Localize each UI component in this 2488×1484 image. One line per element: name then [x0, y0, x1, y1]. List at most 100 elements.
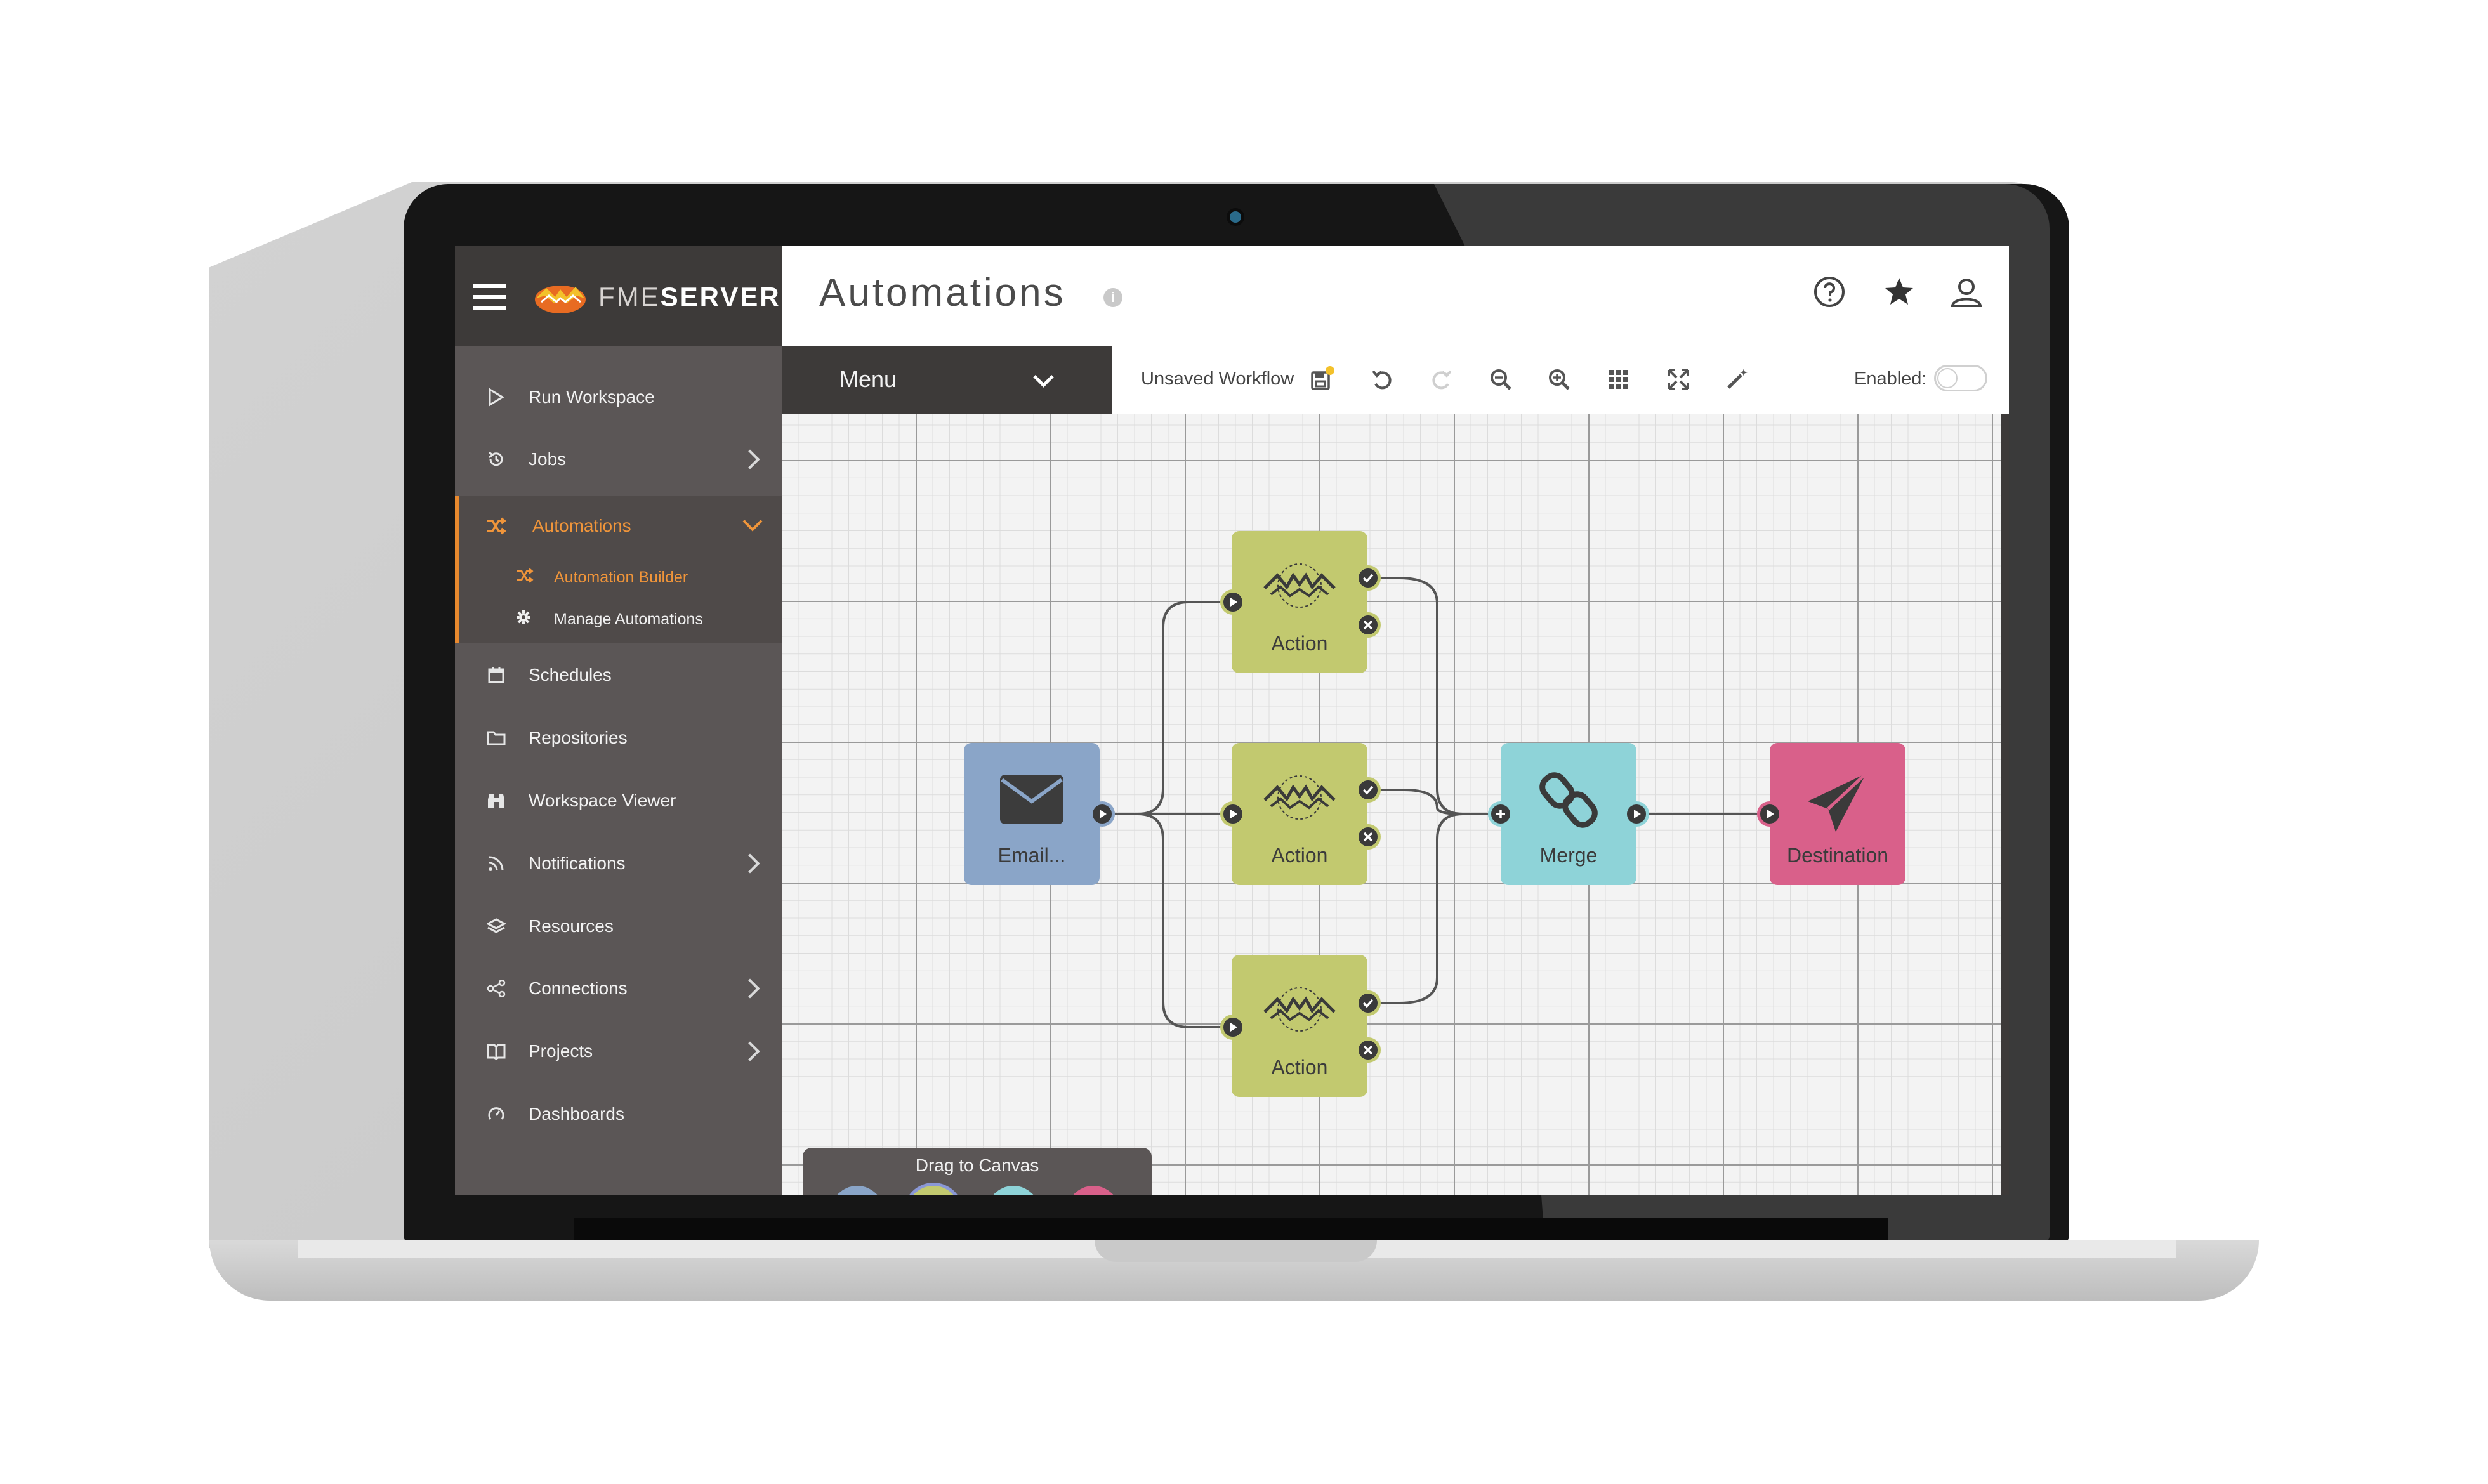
undo-icon[interactable]: [1368, 365, 1397, 394]
share-icon: [485, 978, 507, 999]
laptop-hinge: [574, 1218, 1888, 1240]
sidebar: FMESERVER Run Workspace Jobs Automations: [455, 246, 782, 1195]
hamburger-menu-icon[interactable]: [473, 284, 506, 310]
chevron-right-icon: [740, 1041, 760, 1061]
workflow-name: Unsaved Workflow: [1141, 369, 1294, 389]
sidebar-item-schedules[interactable]: Schedules: [455, 645, 782, 706]
success-port-icon[interactable]: [1355, 777, 1381, 803]
node-label: Action: [1271, 632, 1328, 655]
input-port-icon[interactable]: [1220, 1015, 1246, 1040]
output-port-icon[interactable]: [1624, 801, 1649, 827]
sidebar-item-label: Schedules: [529, 665, 612, 685]
workflow-toolbar: Unsaved Workflow Enabled:: [1112, 346, 2009, 416]
user-icon[interactable]: [1947, 273, 1985, 311]
email-node[interactable]: Email...: [964, 743, 1100, 885]
camera: [1230, 211, 1241, 223]
play-outline-icon: [485, 386, 507, 408]
success-port-icon[interactable]: [1355, 565, 1381, 591]
sidebar-subitem-manage-automations[interactable]: Manage Automations: [455, 598, 782, 640]
failure-port-icon[interactable]: [1355, 612, 1381, 638]
sidebar-item-dashboards[interactable]: Dashboards: [455, 1084, 782, 1145]
failure-port-icon[interactable]: [1355, 1037, 1381, 1063]
save-icon[interactable]: [1307, 365, 1336, 394]
merge-chip[interactable]: [987, 1186, 1040, 1195]
sidebar-item-label: Dashboards: [529, 1104, 624, 1124]
sidebar-item-label: Projects: [529, 1041, 593, 1061]
input-port-icon[interactable]: [1757, 801, 1782, 827]
sidebar-item-label: Connections: [529, 978, 628, 998]
input-port-icon[interactable]: [1220, 801, 1246, 827]
fme-logo-icon: [535, 286, 586, 313]
sidebar-item-resources[interactable]: Resources: [455, 896, 782, 957]
sidebar-subitem-automation-builder[interactable]: Automation Builder: [455, 556, 782, 598]
history-icon: [485, 449, 507, 470]
node-label: Action: [1271, 844, 1328, 867]
shuffle-icon: [516, 568, 534, 588]
calendar-icon: [485, 664, 507, 686]
sidebar-item-label: Workspace Viewer: [529, 791, 676, 810]
action-chip[interactable]: [907, 1186, 960, 1195]
sidebar-item-run-workspace[interactable]: Run Workspace: [455, 367, 782, 428]
zoom-in-icon[interactable]: [1544, 365, 1574, 394]
action-node[interactable]: Action: [1232, 743, 1367, 885]
sidebar-item-label: Notifications: [529, 853, 626, 873]
action-node[interactable]: Action: [1232, 531, 1367, 673]
sidebar-item-projects[interactable]: Projects: [455, 1021, 782, 1082]
magic-wand-icon[interactable]: [1722, 365, 1751, 394]
sidebar-item-repositories[interactable]: Repositories: [455, 707, 782, 768]
brand-prefix: FME: [598, 282, 661, 312]
gear-icon: [516, 610, 531, 629]
page-header: Automations i: [782, 246, 2009, 346]
node-label: Destination: [1786, 844, 1889, 867]
workflow-canvas[interactable]: Email... Action Action Action Merge Dest…: [782, 414, 2009, 1195]
grid-icon[interactable]: [1604, 365, 1633, 394]
merge-node[interactable]: Merge: [1501, 743, 1636, 885]
sidebar-item-label: Jobs: [529, 449, 567, 469]
node-label: Merge: [1539, 844, 1598, 867]
enabled-toggle[interactable]: [1934, 365, 1987, 391]
action-node[interactable]: Action: [1232, 955, 1367, 1097]
merge-input-port-icon[interactable]: [1488, 801, 1513, 827]
brand-bar: FMESERVER: [455, 246, 782, 346]
sidebar-item-workspace-viewer[interactable]: Workspace Viewer: [455, 770, 782, 831]
folder-icon: [485, 727, 507, 749]
chevron-right-icon: [740, 449, 760, 469]
binoculars-icon: [485, 790, 507, 811]
brand-name: FMESERVER: [598, 282, 781, 312]
redo-icon[interactable]: [1426, 365, 1456, 394]
sidebar-item-connections[interactable]: Connections: [455, 958, 782, 1019]
help-icon[interactable]: [1810, 273, 1848, 311]
menu-label: Menu: [839, 366, 897, 392]
input-port-icon[interactable]: [1220, 589, 1246, 615]
laptop-base-notch: [1095, 1240, 1377, 1262]
enabled-label: Enabled:: [1854, 369, 1927, 389]
fme-workspace-icon: [1232, 980, 1367, 1044]
sidebar-subitem-label: Manage Automations: [554, 610, 703, 628]
sidebar-item-notifications[interactable]: Notifications: [455, 833, 782, 894]
menu-dropdown[interactable]: Menu: [782, 346, 1112, 414]
sidebar-subitem-label: Automation Builder: [554, 568, 688, 586]
envelope-icon: [964, 768, 1100, 832]
brand-suffix: SERVER: [660, 282, 781, 312]
sidebar-item-automations[interactable]: Automations: [455, 496, 782, 556]
sidebar-item-jobs[interactable]: Jobs: [455, 429, 782, 490]
sidebar-item-label: Repositories: [529, 728, 628, 747]
failure-port-icon[interactable]: [1355, 824, 1381, 850]
trigger-chip[interactable]: [831, 1186, 884, 1195]
chevron-right-icon: [740, 853, 760, 874]
star-icon[interactable]: [1880, 273, 1918, 311]
canvas-scrollbar[interactable]: [2001, 414, 2009, 1195]
sidebar-item-label: Run Workspace: [529, 387, 655, 407]
info-icon[interactable]: i: [1103, 288, 1122, 307]
zoom-out-icon[interactable]: [1486, 365, 1515, 394]
shuffle-icon: [485, 515, 507, 537]
fit-to-screen-icon[interactable]: [1664, 365, 1693, 394]
destination-node[interactable]: Destination: [1770, 743, 1905, 885]
chevron-right-icon: [740, 978, 760, 999]
success-port-icon[interactable]: [1355, 990, 1381, 1016]
output-port-icon[interactable]: [1089, 801, 1115, 827]
fme-workspace-icon: [1232, 768, 1367, 832]
destination-chip[interactable]: [1067, 1186, 1120, 1195]
paper-plane-icon: [1770, 768, 1905, 832]
node-label: Action: [1271, 1056, 1328, 1079]
